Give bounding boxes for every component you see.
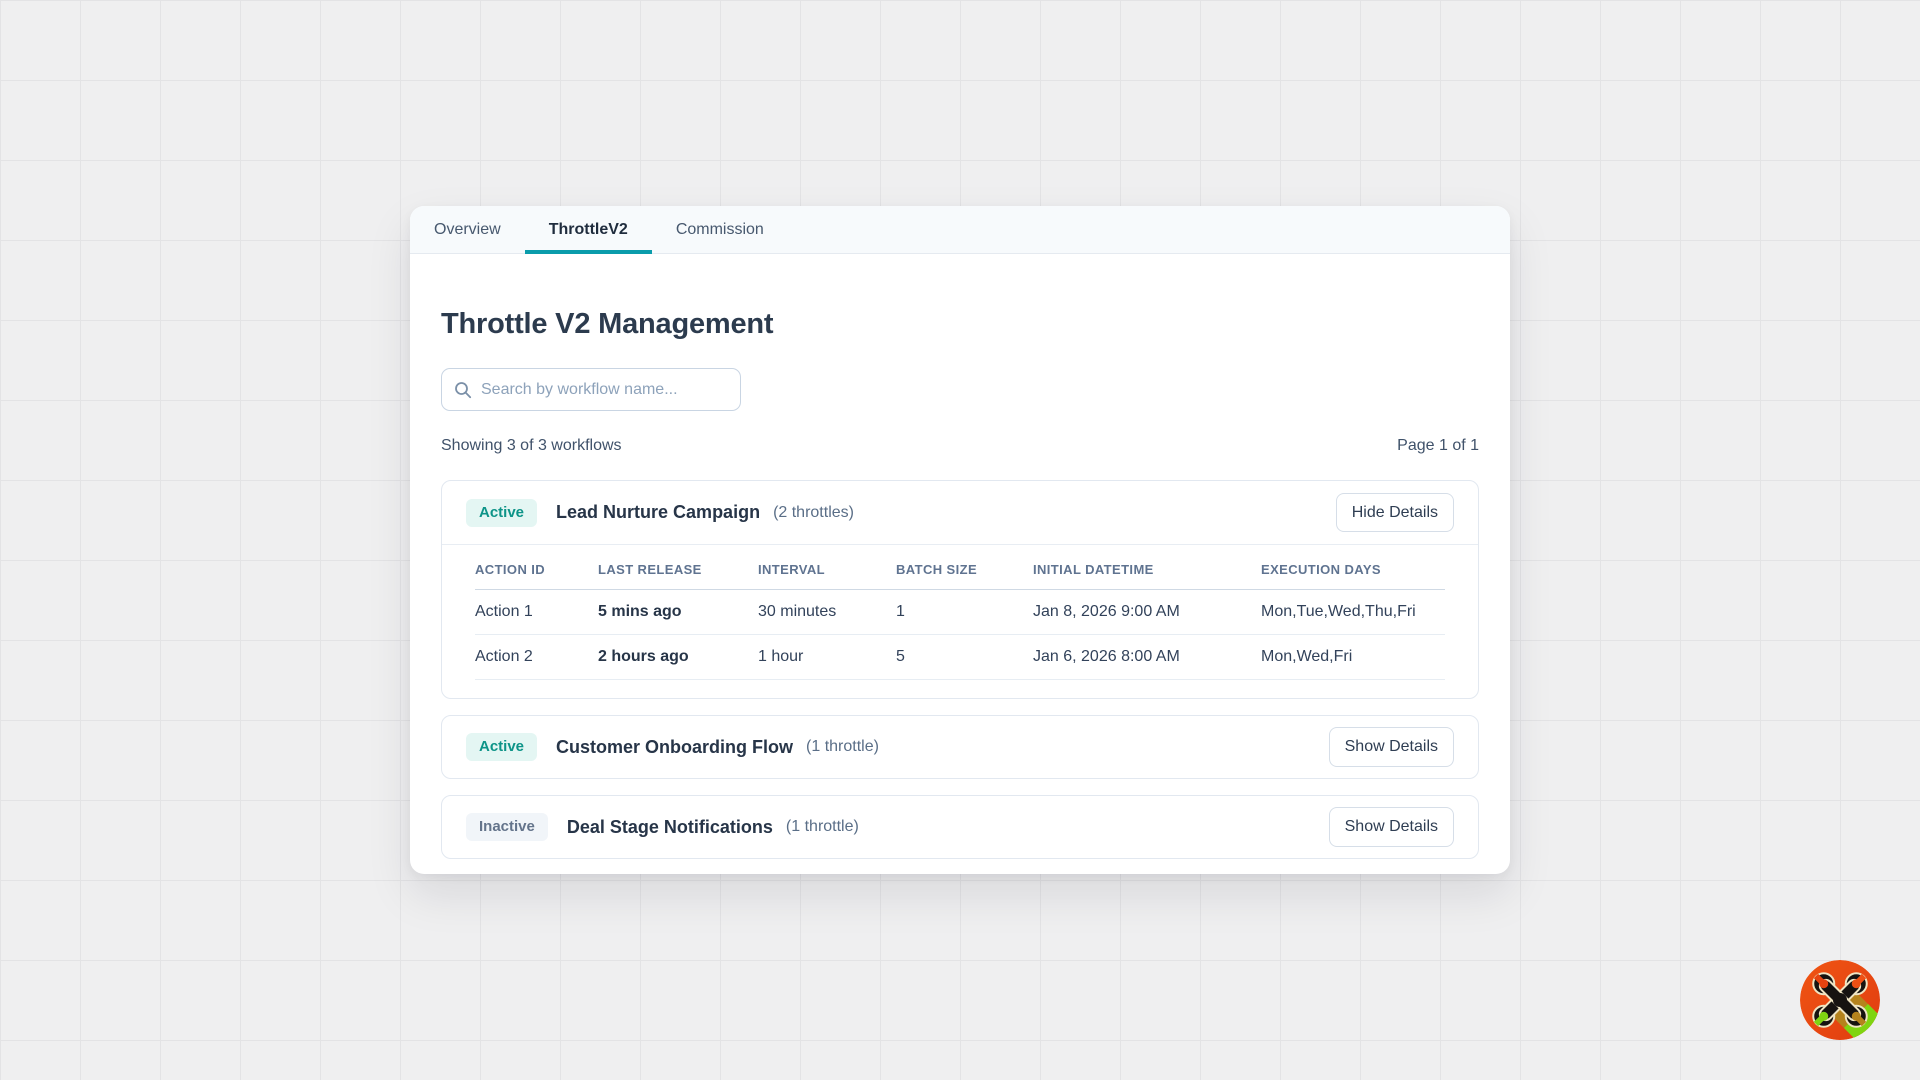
desktop-background: { "tabs": [ { "label": "Overview", "acti… [0,0,1920,1080]
col-header-interval: INTERVAL [758,545,896,590]
workflow-list: Active Lead Nurture Campaign (2 throttle… [441,480,1479,859]
workflow-name: Customer Onboarding Flow [556,737,793,758]
col-header-initial-datetime: INITIAL DATETIME [1033,545,1261,590]
tab-overview[interactable]: Overview [410,206,525,253]
tab-bar: Overview ThrottleV2 Commission [410,206,1510,254]
workflow-card-header: Inactive Deal Stage Notifications (1 thr… [442,796,1478,858]
throttle-table: ACTION ID LAST RELEASE INTERVAL BATCH SI… [475,545,1445,680]
table-row: Action 1 5 mins ago 30 minutes 1 Jan 8, … [475,590,1445,635]
throttle-count: (1 throttle) [786,818,859,836]
cell-interval: 30 minutes [758,590,896,635]
cell-last-release: 5 mins ago [598,590,758,635]
workflow-card-header: Active Lead Nurture Campaign (2 throttle… [442,481,1478,545]
status-badge: Active [466,499,537,527]
show-details-button[interactable]: Show Details [1329,727,1454,766]
cell-interval: 1 hour [758,635,896,680]
cell-initial-datetime: Jan 6, 2026 8:00 AM [1033,635,1261,680]
pagination-label: Page 1 of 1 [1397,437,1479,455]
status-badge: Inactive [466,813,548,841]
throttle-management-panel: Overview ThrottleV2 Commission Throttle … [410,206,1510,874]
hide-details-button[interactable]: Hide Details [1336,493,1454,532]
tab-content: Throttle V2 Management Showing 3 of 3 wo… [410,254,1510,874]
col-header-action-id: ACTION ID [475,545,598,590]
workflow-search [441,368,741,411]
search-input[interactable] [481,381,728,399]
cell-last-release: 2 hours ago [598,635,758,680]
workflow-card-lead-nurture: Active Lead Nurture Campaign (2 throttle… [441,480,1479,699]
status-badge: Active [466,733,537,761]
showing-count-label: Showing 3 of 3 workflows [441,437,622,455]
page-title: Throttle V2 Management [441,308,1479,341]
cell-execution-days: Mon,Wed,Fri [1261,635,1445,680]
table-row: Action 2 2 hours ago 1 hour 5 Jan 6, 202… [475,635,1445,680]
workflow-card-deal-stage: Inactive Deal Stage Notifications (1 thr… [441,795,1479,859]
cell-action-id: Action 1 [475,590,598,635]
workflow-name: Deal Stage Notifications [567,817,773,838]
cell-action-id: Action 2 [475,635,598,680]
search-icon [454,381,472,399]
throttle-count: (2 throttles) [773,504,854,522]
workflow-card-customer-onboarding: Active Customer Onboarding Flow (1 throt… [441,715,1479,779]
cell-execution-days: Mon,Tue,Wed,Thu,Fri [1261,590,1445,635]
workflow-card-header: Active Customer Onboarding Flow (1 throt… [442,716,1478,778]
cell-batch-size: 1 [896,590,1033,635]
col-header-last-release: LAST RELEASE [598,545,758,590]
tab-throttlev2[interactable]: ThrottleV2 [525,206,652,253]
results-summary-row: Showing 3 of 3 workflows Page 1 of 1 [441,437,1479,455]
col-header-execution-days: EXECUTION DAYS [1261,545,1445,590]
cell-initial-datetime: Jan 8, 2026 9:00 AM [1033,590,1261,635]
col-header-batch-size: BATCH SIZE [896,545,1033,590]
throttle-table-wrap: ACTION ID LAST RELEASE INTERVAL BATCH SI… [442,545,1478,698]
crossed-wrenches-watermark-icon[interactable] [1800,960,1880,1040]
cell-batch-size: 5 [896,635,1033,680]
workflow-name: Lead Nurture Campaign [556,502,760,523]
show-details-button[interactable]: Show Details [1329,807,1454,846]
throttle-count: (1 throttle) [806,738,879,756]
tab-commission[interactable]: Commission [652,206,788,253]
table-header-row: ACTION ID LAST RELEASE INTERVAL BATCH SI… [475,545,1445,590]
